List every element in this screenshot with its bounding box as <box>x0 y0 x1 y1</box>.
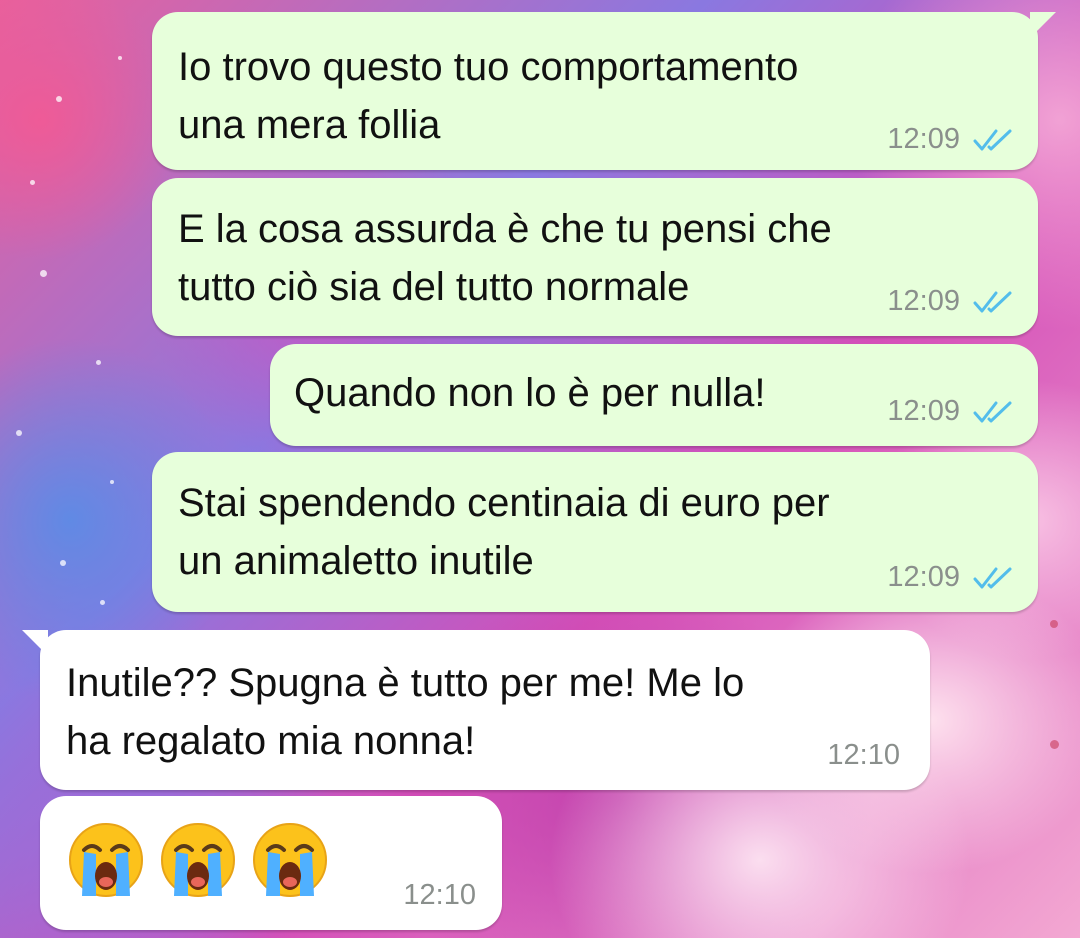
message-meta: 12:10 <box>403 879 476 912</box>
incoming-message[interactable]: 12:10 <box>40 796 502 930</box>
message-time: 12:10 <box>827 739 900 771</box>
loudly-crying-face-emoji <box>253 823 327 897</box>
double-check-icon <box>973 129 1012 150</box>
message-meta: 12:09 <box>887 285 1016 318</box>
bubble-tail <box>1030 12 1056 38</box>
outgoing-message[interactable]: Quando non lo è per nulla! 12:09 <box>270 344 1038 446</box>
message-time: 12:10 <box>403 879 476 911</box>
loudly-crying-face-emoji <box>69 823 143 897</box>
outgoing-message[interactable]: Stai spendendo centinaia di euro per un … <box>152 452 1038 612</box>
double-check-icon <box>973 401 1012 422</box>
message-meta: 12:09 <box>887 561 1016 594</box>
message-text: Stai spendendo centinaia di euro per un … <box>178 481 830 583</box>
message-text: Inutile?? Spugna è tutto per me! Me lo h… <box>66 661 745 763</box>
incoming-message[interactable]: Inutile?? Spugna è tutto per me! Me lo h… <box>22 630 930 790</box>
outgoing-message[interactable]: Io trovo questo tuo comportamento una me… <box>152 12 1056 170</box>
message-text: E la cosa assurda è che tu pensi che tut… <box>178 207 832 309</box>
message-time: 12:09 <box>887 285 960 317</box>
message-meta: 12:09 <box>887 395 1016 428</box>
double-check-icon <box>973 567 1012 588</box>
outgoing-message[interactable]: E la cosa assurda è che tu pensi che tut… <box>152 178 1038 336</box>
message-text: Quando non lo è per nulla! <box>294 371 766 415</box>
loudly-crying-face-emoji <box>161 823 235 897</box>
emoji-row <box>66 820 330 900</box>
message-meta: 12:10 <box>827 739 900 772</box>
message-meta: 12:09 <box>887 123 1016 156</box>
bubble-tail <box>22 630 48 656</box>
message-time: 12:09 <box>887 123 960 155</box>
message-text: Io trovo questo tuo comportamento una me… <box>178 45 799 147</box>
message-time: 12:09 <box>887 395 960 427</box>
double-check-icon <box>973 291 1012 312</box>
message-time: 12:09 <box>887 561 960 593</box>
